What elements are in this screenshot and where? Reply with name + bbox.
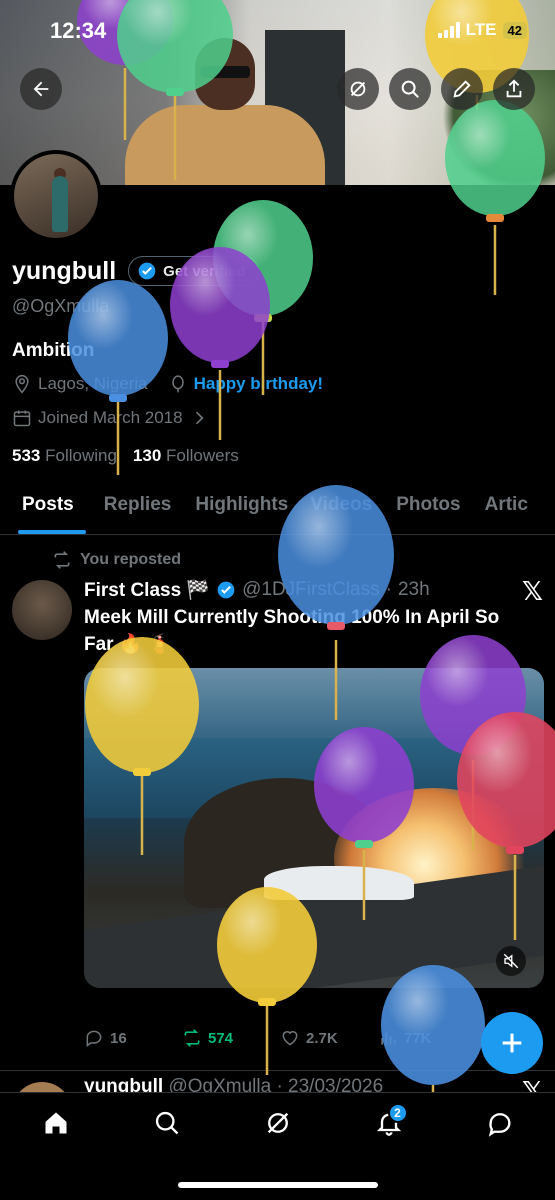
chat-icon <box>488 1113 510 1137</box>
repost-indicator: You reposted <box>52 550 181 570</box>
post-author-name[interactable]: First Class 🏁 <box>84 578 210 602</box>
calendar-icon <box>13 410 31 427</box>
search-icon <box>155 1111 178 1135</box>
reply-icon <box>86 1030 102 1047</box>
profile-meta-row: Lagos, Nigeria Happy birthday! <box>12 374 323 394</box>
joined-date: Joined March 2018 <box>38 408 183 427</box>
x-logo-icon: 𝕏 <box>522 576 543 606</box>
pencil-icon <box>453 80 471 98</box>
grok-button[interactable] <box>337 68 379 110</box>
battery-icon: 42 <box>502 21 527 39</box>
arrow-left-icon <box>33 81 49 97</box>
birthday-link[interactable]: Happy birthday! <box>194 374 323 394</box>
profile-handle: @OgXmulla <box>12 296 110 316</box>
post-separator: · <box>385 579 392 600</box>
post-text: Meek Mill Currently Shooting 100% In Apr… <box>84 607 500 655</box>
grok-icon <box>350 81 366 97</box>
share-icon <box>506 79 522 98</box>
post-divider <box>0 1070 555 1071</box>
repost-label: You reposted <box>80 551 182 568</box>
balloon-icon <box>171 375 184 393</box>
tab-replies[interactable]: Replies <box>86 480 184 534</box>
reply-count: 16 <box>110 1029 127 1047</box>
search-button[interactable] <box>389 68 431 110</box>
followers-label: Followers <box>166 446 239 465</box>
nav-grok[interactable] <box>253 1109 303 1149</box>
following-link[interactable]: 533 Following <box>12 446 117 466</box>
profile-avatar[interactable] <box>10 150 102 242</box>
post-video[interactable] <box>84 668 544 988</box>
home-icon <box>45 1112 66 1134</box>
search-icon <box>401 80 419 98</box>
profile-tabs: Posts Replies Highlights Videos Photos A… <box>0 480 555 535</box>
mute-button[interactable] <box>496 946 526 976</box>
edit-button[interactable] <box>441 68 483 110</box>
signal-icon <box>437 22 460 38</box>
followers-count: 130 <box>132 446 162 465</box>
views-button[interactable]: 77K <box>378 1028 476 1048</box>
post-time: 23h <box>397 579 430 600</box>
status-indicators: LTE 42 <box>437 20 527 40</box>
repost-count: 574 <box>208 1029 234 1047</box>
profile-bio: Ambition <box>12 340 95 361</box>
tab-posts[interactable]: Posts <box>0 480 86 534</box>
like-button[interactable]: 2.7K <box>280 1028 378 1048</box>
share-button[interactable] <box>493 68 535 110</box>
nav-search[interactable] <box>142 1109 192 1149</box>
name-row: yungbull Get verified <box>12 256 259 286</box>
status-time: 12:34 <box>50 18 107 43</box>
repost-icon <box>184 1029 200 1047</box>
nav-notifications[interactable]: 2 <box>364 1103 414 1149</box>
repost-button[interactable]: 574 <box>182 1028 280 1048</box>
post-author-avatar[interactable] <box>12 580 72 640</box>
notification-badge: 2 <box>387 1103 408 1123</box>
get-verified-label: Get verified <box>163 262 246 280</box>
verified-badge-icon <box>138 262 156 280</box>
following-count: 533 <box>12 446 41 465</box>
like-count: 2.7K <box>306 1029 338 1047</box>
tab-videos[interactable]: Videos <box>300 480 384 534</box>
joined-row[interactable]: Joined March 2018 <box>12 408 209 428</box>
display-name: yungbull <box>12 256 117 285</box>
back-button[interactable] <box>20 68 62 110</box>
reply-button[interactable]: 16 <box>84 1028 182 1048</box>
grok-icon <box>267 1112 288 1134</box>
follow-stats: 533 Following 130 Followers <box>12 446 239 466</box>
followers-link[interactable]: 130 Followers <box>133 446 239 466</box>
nav-messages[interactable] <box>475 1109 525 1149</box>
location-icon <box>15 374 29 394</box>
heart-icon <box>282 1031 298 1046</box>
profile-location: Lagos, Nigeria <box>38 374 148 393</box>
speaker-muted-icon <box>503 953 519 969</box>
repost-icon <box>54 551 70 569</box>
views-count: 77K <box>404 1029 432 1047</box>
tab-photos[interactable]: Photos <box>384 480 472 534</box>
tab-highlights[interactable]: Highlights <box>183 480 300 534</box>
following-label: Following <box>45 446 117 465</box>
get-verified-button[interactable]: Get verified <box>128 256 259 286</box>
chevron-right-icon <box>195 411 204 425</box>
compose-button[interactable] <box>481 1012 543 1074</box>
verified-badge-icon <box>217 581 235 599</box>
nav-home[interactable] <box>31 1109 81 1149</box>
views-icon <box>381 1033 396 1045</box>
plus-icon <box>502 1033 522 1053</box>
balloon <box>213 200 313 395</box>
post-header: First Class 🏁 @1DJFirstClass · 23h <box>84 578 430 602</box>
status-bar: 12:34 LTE 42 <box>0 0 555 62</box>
post-author-handle: @1DJFirstClass <box>242 579 380 600</box>
post-actions: 16 574 2.7K 77K <box>84 1028 476 1048</box>
home-indicator <box>178 1182 378 1188</box>
network-label: LTE <box>465 20 497 39</box>
tab-articles[interactable]: Artic <box>473 480 540 534</box>
